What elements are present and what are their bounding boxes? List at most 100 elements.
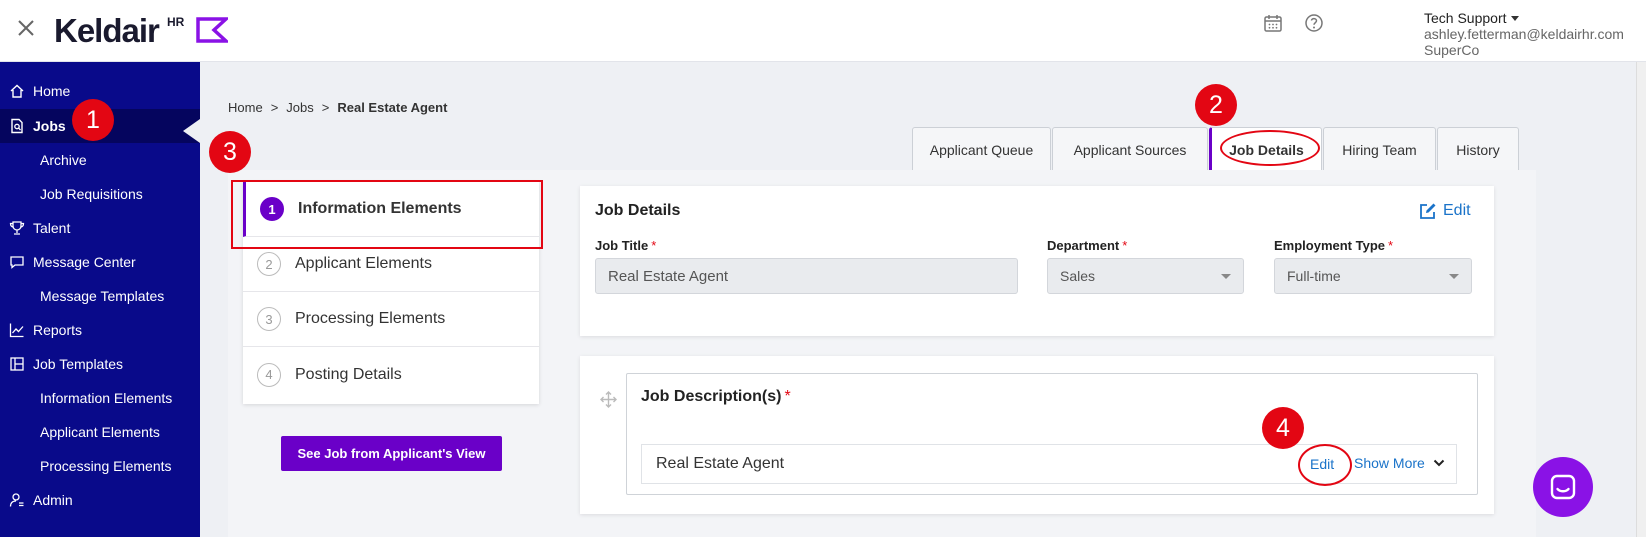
department-select[interactable]: Sales	[1047, 258, 1244, 294]
sidebar-item-information-elements[interactable]: Information Elements	[0, 381, 200, 415]
sidebar-item-label: Message Templates	[40, 288, 165, 304]
breadcrumb-current: Real Estate Agent	[337, 100, 448, 115]
active-indicator	[183, 119, 200, 143]
breadcrumb-separator: >	[321, 100, 330, 115]
calendar-icon[interactable]	[1263, 13, 1283, 33]
scrollbar[interactable]	[1636, 62, 1646, 537]
callout-marker-1: 1	[72, 99, 114, 141]
chat-icon	[1550, 474, 1576, 500]
job-description-value: Real Estate Agent	[656, 455, 785, 472]
chevron-down-icon	[1510, 16, 1519, 21]
required-mark: *	[1388, 238, 1394, 253]
tab-history[interactable]: History	[1437, 127, 1519, 171]
breadcrumb-jobs[interactable]: Jobs	[286, 100, 313, 115]
edit-highlight-ring	[1298, 444, 1352, 486]
user-name: Tech Support	[1424, 10, 1507, 26]
job-details-edit-link[interactable]: Edit	[1419, 202, 1471, 220]
sidebar-item-talent[interactable]: Talent	[0, 211, 200, 245]
sidebar-item-label: Home	[33, 83, 71, 99]
sidebar-item-reports[interactable]: Reports	[0, 313, 200, 347]
chevron-down-icon	[1449, 274, 1459, 279]
step-number: 2	[257, 252, 281, 276]
breadcrumb: Home > Jobs > Real Estate Agent	[228, 100, 447, 115]
sidebar-item-label: Job Templates	[33, 356, 124, 372]
sidebar-item-archive[interactable]: Archive	[0, 143, 200, 177]
job-title-field[interactable]: Real Estate Agent	[595, 258, 1018, 294]
step-processing-elements[interactable]: 3 Processing Elements	[243, 292, 539, 347]
see-applicant-view-button[interactable]: See Job from Applicant's View	[281, 436, 502, 471]
employment-type-label: Employment Type *	[1274, 238, 1393, 253]
app-logo-suffix: HR	[167, 15, 185, 29]
drag-handle-icon[interactable]	[600, 391, 617, 408]
job-details-title: Job Details	[595, 202, 681, 219]
employment-type-select[interactable]: Full-time	[1274, 258, 1472, 294]
app-header: Keldair HR Tech Support ashley.fetterman…	[0, 0, 1646, 62]
callout-marker-3: 3	[209, 131, 251, 173]
help-icon[interactable]	[1304, 13, 1324, 33]
step-label: Applicant Elements	[295, 255, 432, 272]
job-details-card: Job Details Edit Job Title * Real Estate …	[580, 186, 1494, 336]
sidebar-item-label: Admin	[33, 492, 73, 508]
department-value: Sales	[1060, 268, 1096, 284]
required-mark: *	[1122, 238, 1128, 253]
sidebar-item-label: Archive	[40, 152, 87, 168]
tab-applicant-sources[interactable]: Applicant Sources	[1052, 127, 1208, 171]
show-more-toggle[interactable]: Show More	[1354, 455, 1445, 471]
logo-mark-icon	[196, 17, 228, 43]
chat-icon	[10, 256, 24, 269]
sidebar-item-label: Reports	[33, 322, 83, 338]
tab-applicant-queue[interactable]: Applicant Queue	[912, 127, 1051, 171]
department-label: Department *	[1047, 238, 1127, 253]
user-company: SuperCo	[1424, 42, 1480, 58]
breadcrumb-separator: >	[270, 100, 279, 115]
job-title-label-text: Job Title	[595, 238, 649, 253]
callout-marker-2: 2	[1195, 84, 1237, 126]
required-mark: *	[651, 238, 657, 253]
chevron-down-icon	[1221, 274, 1231, 279]
user-menu[interactable]: Tech Support ashley.fetterman@keldairhr.…	[1424, 10, 1624, 58]
sidebar-item-label: Processing Elements	[40, 458, 172, 474]
close-icon[interactable]	[16, 18, 36, 38]
step-posting-details[interactable]: 4 Posting Details	[243, 347, 539, 402]
edit-label: Edit	[1443, 202, 1471, 219]
tab-highlight-ring	[1220, 130, 1320, 166]
template-icon	[10, 357, 24, 371]
chart-icon	[9, 323, 24, 338]
step-label: Processing Elements	[295, 310, 446, 327]
step-label: Posting Details	[295, 365, 402, 383]
sidebar-item-label: Job Requisitions	[40, 186, 143, 202]
sidebar-item-job-requisitions[interactable]: Job Requisitions	[0, 177, 200, 211]
step-number: 4	[257, 362, 281, 387]
app-logo[interactable]: Keldair	[54, 12, 160, 50]
sidebar-item-label: Applicant Elements	[40, 424, 160, 440]
breadcrumb-home[interactable]: Home	[228, 100, 263, 115]
sidebar-item-admin[interactable]: Admin	[0, 483, 200, 517]
chat-launcher-button[interactable]	[1533, 457, 1593, 517]
admin-icon	[9, 493, 24, 507]
step-number: 3	[257, 307, 281, 331]
sidebar-item-processing-elements[interactable]: Processing Elements	[0, 449, 200, 483]
sidebar-item-label: Information Elements	[40, 390, 173, 406]
trophy-icon	[9, 221, 25, 235]
employment-type-label-text: Employment Type	[1274, 238, 1386, 253]
jobs-icon	[11, 118, 23, 134]
sidebar-item-applicant-elements[interactable]: Applicant Elements	[0, 415, 200, 449]
home-icon	[10, 84, 24, 98]
step-highlight-box	[231, 180, 543, 249]
sidebar-item-message-templates[interactable]: Message Templates	[0, 279, 200, 313]
edit-icon	[1420, 203, 1436, 219]
sidebar-item-job-templates[interactable]: Job Templates	[0, 347, 200, 381]
sidebar-item-message-center[interactable]: Message Center	[0, 245, 200, 279]
tab-hiring-team[interactable]: Hiring Team	[1323, 127, 1436, 171]
job-description-title: Job Description(s) *	[641, 388, 791, 406]
callout-marker-4: 4	[1262, 407, 1304, 449]
user-email: ashley.fetterman@keldairhr.com	[1424, 26, 1624, 42]
required-mark: *	[784, 388, 791, 405]
sidebar-item-label: Jobs	[33, 118, 66, 134]
job-description-title-text: Job Description(s)	[641, 388, 782, 405]
job-title-label: Job Title *	[595, 238, 656, 253]
employment-type-value: Full-time	[1287, 268, 1341, 284]
sidebar-item-label: Talent	[33, 220, 71, 236]
chevron-down-icon	[1433, 459, 1445, 467]
department-label-text: Department	[1047, 238, 1120, 253]
